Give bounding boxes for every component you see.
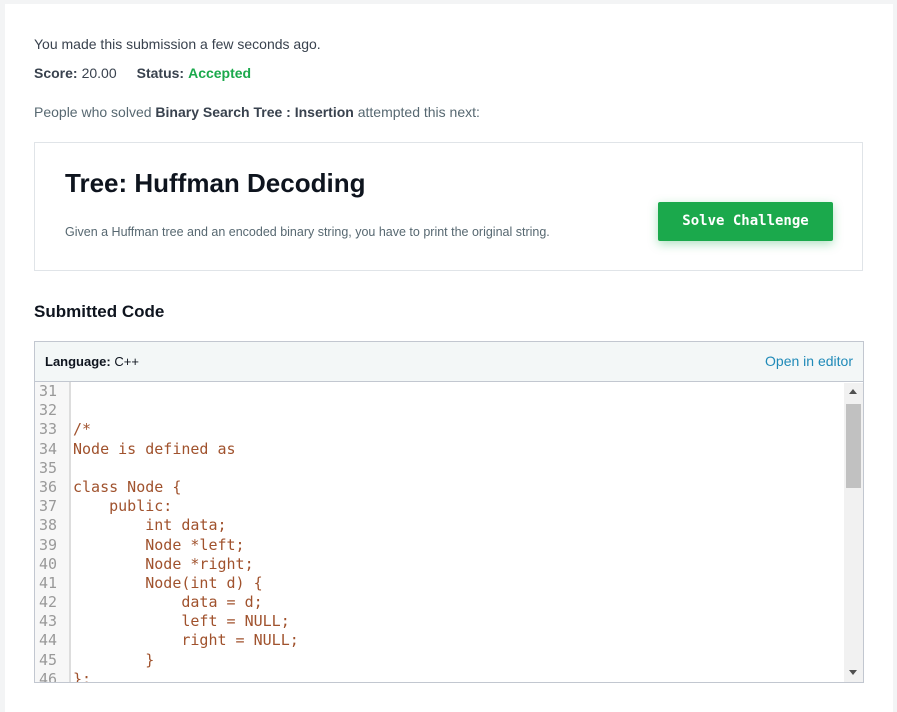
code-line: 40 Node *right; [35,554,842,574]
code-text: Node *left; [73,535,245,554]
line-number: 41 [35,573,70,594]
code-viewer: Language: C++ Open in editor 31 32 33/* 34 N… [34,341,864,683]
line-number: 34 [35,439,70,459]
line-number: 32 [35,401,70,421]
code-line: 35 [35,458,842,478]
code-text: }; [73,669,92,682]
line-number: 43 [35,612,70,632]
code-header: Language: C++ Open in editor [35,342,863,382]
code-line: 36 class Node { [35,477,842,498]
recommendation-problem: Binary Search Tree : Insertion [155,104,354,120]
code-line: 38 int data; [35,516,842,536]
solve-challenge-button[interactable]: Solve Challenge [658,202,833,241]
line-number: 39 [35,535,70,555]
code-text: class Node { [73,477,182,496]
line-number: 33 [35,420,70,440]
code-area[interactable]: 31 32 33/* 34 Node is defined as 35 36 class No… [35,382,842,682]
triangle-up-icon[interactable] [849,389,857,394]
code-text: Node *right; [73,554,254,573]
active-tab-indicator [133,4,285,8]
code-line: 33/* [35,420,842,440]
line-number: 31 [35,382,70,402]
status-value: Accepted [188,65,252,81]
next-challenge-title[interactable]: Tree: Huffman Decoding [65,168,365,199]
scrollbar-thumb[interactable] [846,404,861,488]
line-number: 38 [35,516,70,536]
line-number: 45 [35,650,70,670]
code-line: 41 Node(int d) { [35,573,842,594]
code-line: 43 left = NULL; [35,612,842,632]
code-text: } [73,650,155,669]
next-challenge-description: Given a Huffman tree and an encoded bina… [65,225,550,239]
line-number: 42 [35,593,70,613]
code-text: data = d; [73,593,263,612]
code-line: 32 [35,401,842,421]
code-text: public: [73,497,173,516]
code-line: 39 Node *left; [35,535,842,555]
score-status-line: Score: 20.00 Status: Accepted [34,65,251,81]
score-value: 20.00 [81,65,117,81]
recommendation-prefix: People who solved [34,104,156,120]
recommendation-text: People who solved Binary Search Tree : I… [34,104,480,120]
code-line: 42 data = d; [35,593,842,613]
next-challenge-card: Tree: Huffman Decoding Given a Huffman t… [34,142,863,271]
code-text: /* [73,420,92,439]
line-number: 44 [35,631,70,651]
line-number: 35 [35,458,70,478]
code-text: Node(int d) { [73,573,263,592]
code-line: 44 right = NULL; [35,631,842,651]
submitted-code-heading: Submitted Code [34,302,165,321]
language-indicator: Language: C++ [45,354,139,369]
open-in-editor-link[interactable]: Open in editor [765,353,853,369]
code-text: int data; [73,516,227,535]
code-line: 37 public: [35,497,842,517]
code-text: Node is defined as [73,439,236,458]
triangle-down-icon[interactable] [849,670,857,675]
status-label: Status: [136,65,185,81]
submission-page: You made this submission a few seconds a… [5,4,893,712]
code-line: 46}; [35,669,842,682]
line-number: 46 [35,669,70,682]
submission-message: You made this submission a few seconds a… [34,36,321,52]
code-text: left = NULL; [73,612,290,631]
code-text: right = NULL; [73,631,299,650]
language-value: C++ [114,354,139,369]
line-number: 40 [35,554,70,574]
code-line: 31 [35,382,842,402]
line-number: 37 [35,497,70,517]
code-line: 45 } [35,650,842,670]
score-label: Score: [34,65,78,81]
line-number: 36 [35,477,70,498]
language-label: Language: [45,354,111,369]
code-line: 34 Node is defined as [35,439,842,459]
code-scrollbar[interactable] [844,383,863,682]
recommendation-suffix: attempted this next: [353,104,480,120]
